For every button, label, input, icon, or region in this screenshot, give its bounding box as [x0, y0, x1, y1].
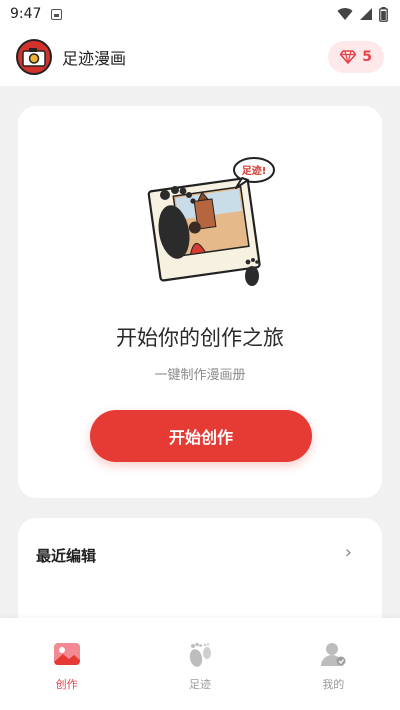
nav-label-profile: 我的 [322, 678, 345, 691]
create-card: 足迹! 开始你的创作之旅 一键制作漫画册 开始创作 [18, 106, 382, 498]
notification-icon [51, 8, 63, 20]
speech-bubble-text: 足迹! [242, 164, 267, 177]
brand: 足迹漫画 [16, 39, 126, 75]
app-header: 足迹漫画 5 [0, 28, 400, 86]
app-title: 足迹漫画 [62, 49, 127, 68]
gem-balance-badge[interactable]: 5 [328, 41, 384, 73]
status-bar: 9:47 [0, 0, 400, 28]
bottom-nav: 创作 足迹 我的 [0, 618, 400, 710]
create-image-icon [52, 640, 82, 668]
speech-bubble: 足迹! [233, 157, 275, 189]
recent-edits-title: 最近编辑 [36, 547, 97, 565]
battery-icon [379, 6, 388, 22]
wifi-icon [337, 8, 353, 20]
nav-item-footprint[interactable]: 足迹 [160, 640, 240, 692]
gem-count: 5 [362, 49, 372, 65]
footprint-icon [185, 640, 215, 668]
create-title: 开始你的创作之旅 [116, 326, 284, 350]
gem-icon [340, 50, 357, 64]
nav-item-create[interactable]: 创作 [27, 640, 107, 692]
chevron-right-icon[interactable]: › [345, 542, 352, 563]
nav-label-create: 创作 [55, 678, 78, 691]
profile-icon [318, 640, 348, 668]
create-subtitle: 一键制作漫画册 [154, 368, 246, 383]
signal-icon [360, 8, 372, 20]
nav-item-profile[interactable]: 我的 [293, 640, 373, 692]
comic-photo-footprint-illustration: 足迹! [147, 157, 275, 286]
status-time: 9:47 [10, 6, 42, 22]
start-create-button[interactable]: 开始创作 [90, 410, 312, 462]
logo-camera-icon [22, 48, 46, 67]
app-logo [16, 39, 52, 75]
nav-label-footprint: 足迹 [188, 678, 211, 691]
